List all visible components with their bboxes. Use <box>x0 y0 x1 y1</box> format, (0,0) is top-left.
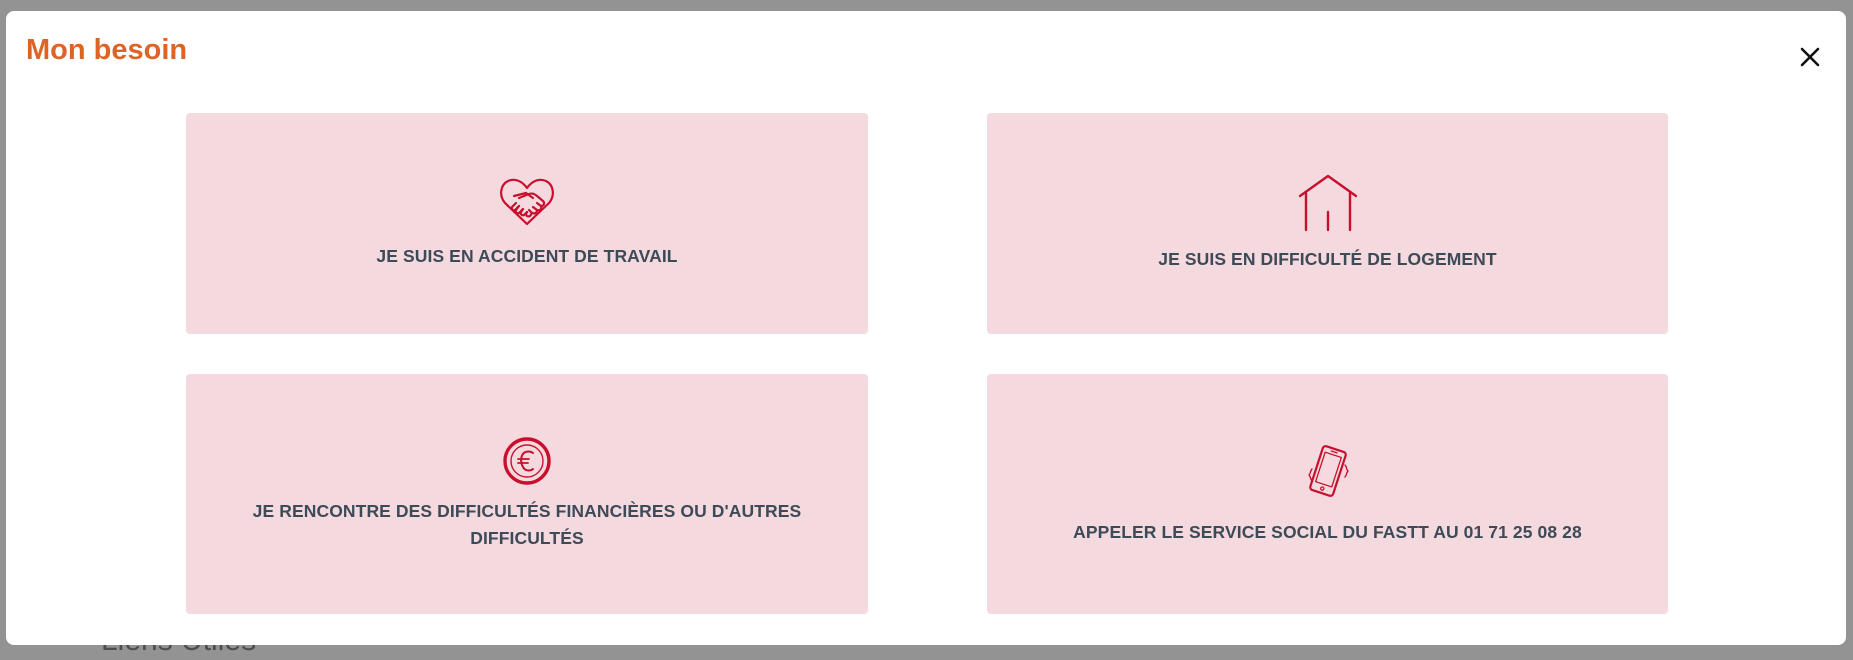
card-financial-difficulty[interactable]: JE RENCONTRE DES DIFFICULTÉS FINANCIÈRES… <box>186 374 868 614</box>
close-button[interactable] <box>1792 39 1828 75</box>
needs-modal: Mon besoin JE SUIS EN ACCIDENT DE TRAVAI… <box>6 11 1846 645</box>
card-label: JE SUIS EN ACCIDENT DE TRAVAIL <box>376 246 678 266</box>
house-icon <box>1298 174 1357 232</box>
handshake-heart-icon <box>500 178 554 226</box>
card-label: JE RENCONTRE DES DIFFICULTÉS FINANCIÈRES… <box>252 501 802 548</box>
euro-coin-icon <box>503 437 551 485</box>
card-label: APPELER LE SERVICE SOCIAL DU FASTT AU 01… <box>1073 521 1582 542</box>
close-icon <box>1800 47 1820 67</box>
card-housing-difficulty[interactable]: JE SUIS EN DIFFICULTÉ DE LOGEMENT <box>987 113 1668 334</box>
card-call-social-service[interactable]: APPELER LE SERVICE SOCIAL DU FASTT AU 01… <box>987 374 1668 614</box>
card-label: JE SUIS EN DIFFICULTÉ DE LOGEMENT <box>1158 249 1497 269</box>
card-work-accident[interactable]: JE SUIS EN ACCIDENT DE TRAVAIL <box>186 113 868 334</box>
modal-title: Mon besoin <box>26 34 188 66</box>
phone-ringing-icon <box>1307 444 1349 497</box>
